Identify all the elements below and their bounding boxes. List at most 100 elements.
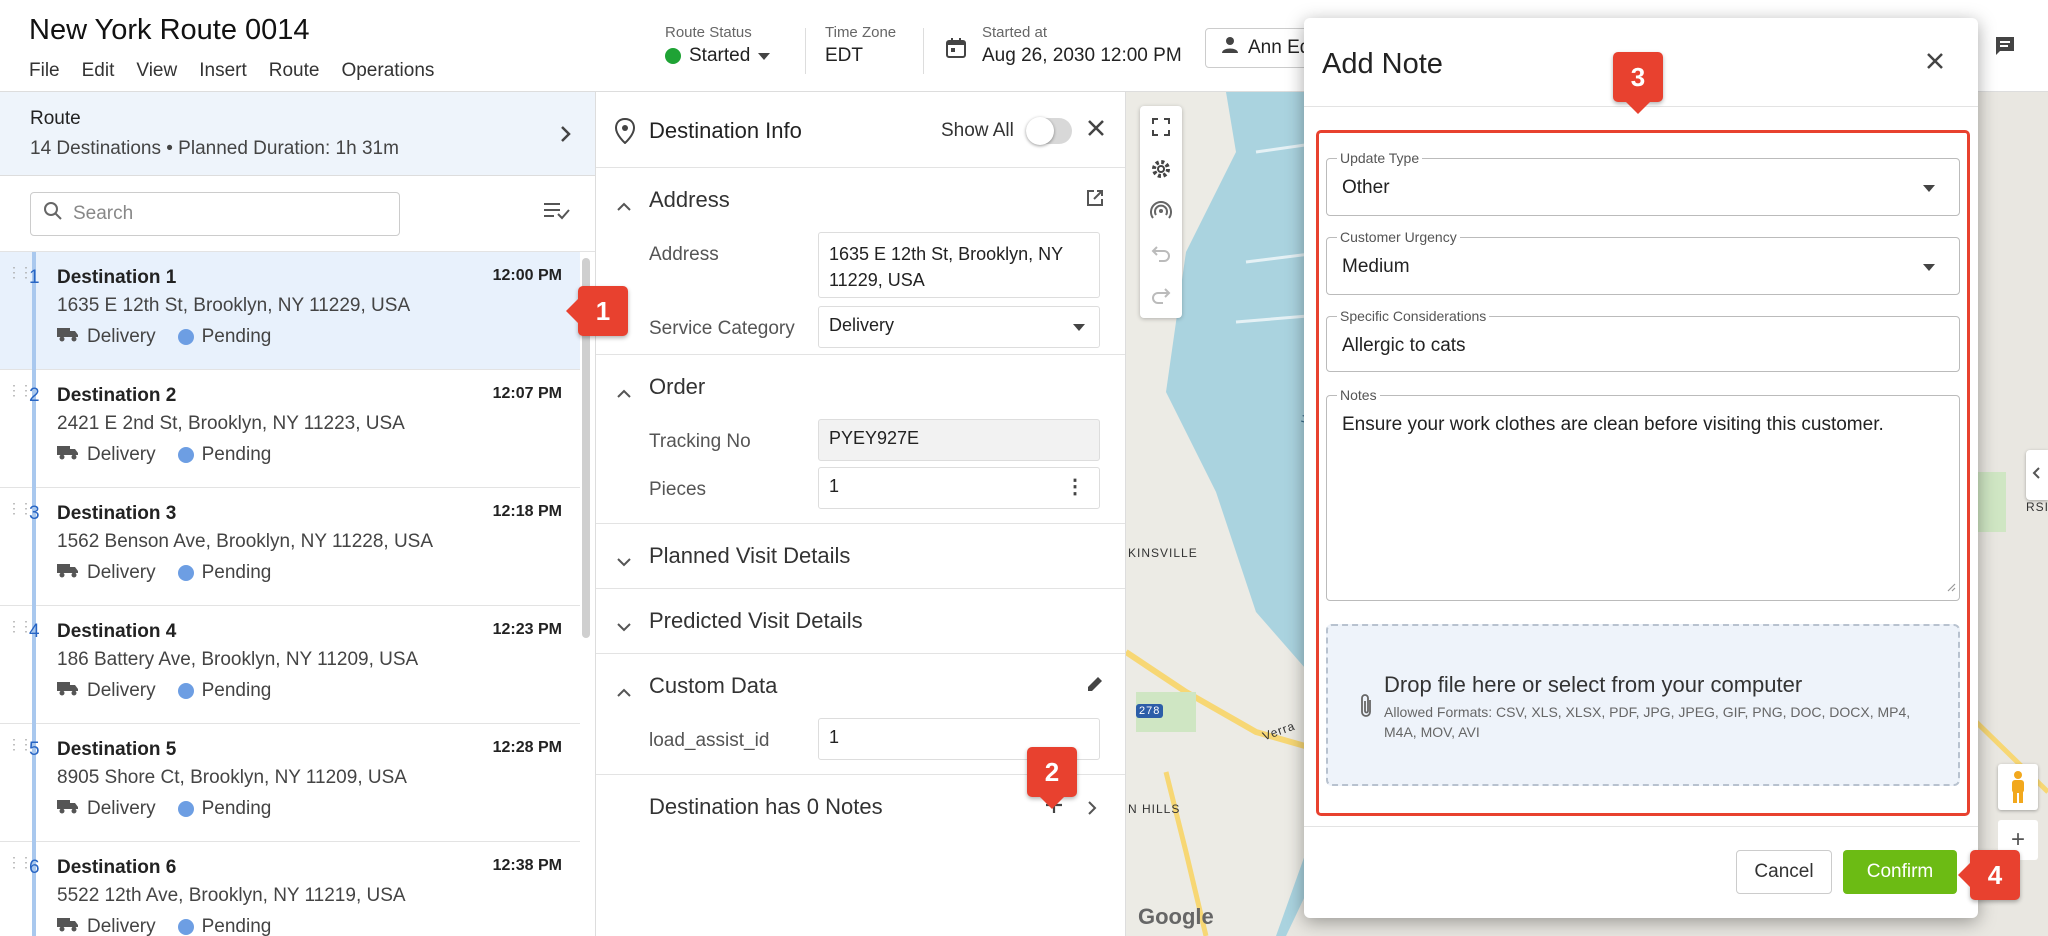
custom-data-header[interactable]: Custom Data <box>596 654 1125 718</box>
route-title: New York Route 0014 <box>29 14 310 46</box>
route-summary-title: Route <box>30 108 81 129</box>
destination-item[interactable]: ⋮⋮ 3 Destination 3 12:18 PM 1562 Benson … <box>0 488 580 606</box>
tracking-icon[interactable] <box>1140 190 1182 232</box>
planned-visit-header[interactable]: Planned Visit Details <box>596 524 1125 588</box>
search-placeholder: Search <box>73 203 134 224</box>
route-status-label: Route Status <box>665 24 752 41</box>
truck-icon <box>57 680 79 702</box>
destination-name: Destination 3 <box>57 503 177 524</box>
destination-item[interactable]: ⋮⋮ 6 Destination 6 12:38 PM 5522 12th Av… <box>0 842 580 936</box>
chevron-down-icon <box>758 52 771 60</box>
started-at-label: Started at <box>982 24 1048 41</box>
destination-address: 186 Battery Ave, Brooklyn, NY 11209, USA <box>57 649 419 670</box>
chevron-right-icon[interactable] <box>559 124 573 149</box>
menu-route[interactable]: Route <box>269 60 320 82</box>
resize-handle-icon[interactable] <box>1946 579 1956 597</box>
search-row: Search <box>0 176 595 252</box>
edit-pencil-icon[interactable] <box>1085 674 1105 700</box>
service-category-select[interactable]: Delivery <box>818 306 1100 348</box>
address-value[interactable]: 1635 E 12th St, Brooklyn, NY 11229, USA <box>818 232 1100 298</box>
fullscreen-icon[interactable] <box>1140 106 1182 148</box>
destination-number: 4 <box>29 621 40 642</box>
pieces-field[interactable]: 1 ⋮ <box>818 467 1100 509</box>
destination-item[interactable]: ⋮⋮ 1 Destination 1 12:00 PM 1635 E 12th … <box>0 252 580 370</box>
predicted-visit-header[interactable]: Predicted Visit Details <box>596 589 1125 653</box>
sort-filter-icon[interactable] <box>544 200 570 227</box>
close-icon[interactable] <box>1086 118 1106 143</box>
divider <box>923 28 924 74</box>
destination-address: 8905 Shore Ct, Brooklyn, NY 11209, USA <box>57 767 407 788</box>
address-row: Address 1635 E 12th St, Brooklyn, NY 112… <box>596 232 1125 306</box>
destination-name: Destination 5 <box>57 739 177 760</box>
destination-type: Delivery <box>87 326 156 347</box>
destination-address: 1635 E 12th St, Brooklyn, NY 11229, USA <box>57 295 411 316</box>
destination-type: Delivery <box>87 798 156 819</box>
destination-type: Delivery <box>87 444 156 465</box>
destination-number: 1 <box>29 267 40 288</box>
destination-item[interactable]: ⋮⋮ 2 Destination 2 12:07 PM 2421 E 2nd S… <box>0 370 580 488</box>
order-section-title: Order <box>649 374 706 399</box>
custom-data-key: load_assist_id <box>649 730 770 751</box>
undo-icon[interactable] <box>1140 232 1182 274</box>
drag-handle-icon[interactable]: ⋮⋮ <box>7 619 33 633</box>
show-all-toggle[interactable] <box>1026 117 1072 145</box>
chat-button[interactable] <box>1985 28 2025 68</box>
location-pin-icon <box>614 117 636 149</box>
menu-file[interactable]: File <box>29 60 60 82</box>
route-summary[interactable]: Route 14 Destinations • Planned Duration… <box>0 92 595 176</box>
close-icon[interactable] <box>1924 50 1946 77</box>
status-dot-icon <box>665 48 681 64</box>
chevron-up-icon <box>616 192 632 218</box>
calendar-icon <box>944 36 968 65</box>
add-note-dialog: Add Note Update Type Other Customer Urge… <box>1304 18 1978 918</box>
considerations-label: Specific Considerations <box>1337 308 1490 324</box>
drag-handle-icon[interactable]: ⋮⋮ <box>7 383 33 397</box>
menu-insert[interactable]: Insert <box>199 60 247 82</box>
gear-icon[interactable] <box>1140 148 1182 190</box>
customer-urgency-select[interactable]: Customer Urgency Medium <box>1326 229 1960 295</box>
tracking-row: Tracking No PYEY927E <box>596 419 1125 467</box>
destination-type: Delivery <box>87 680 156 701</box>
notes-count-text: Destination has 0 Notes <box>649 794 883 819</box>
address-section-header[interactable]: Address <box>596 168 1125 232</box>
map-label: KINSVILLE <box>1128 546 1198 560</box>
drag-handle-icon[interactable]: ⋮⋮ <box>7 265 33 279</box>
destination-time: 12:28 PM <box>492 739 562 756</box>
considerations-value: Allergic to cats <box>1342 335 1466 356</box>
confirm-button[interactable]: Confirm <box>1843 850 1957 894</box>
drag-handle-icon[interactable]: ⋮⋮ <box>7 855 33 869</box>
pieces-value: 1 <box>829 476 840 496</box>
truck-icon <box>57 326 79 348</box>
open-external-icon[interactable] <box>1085 188 1105 214</box>
redo-icon[interactable] <box>1140 274 1182 316</box>
menu-view[interactable]: View <box>136 60 177 82</box>
route-status[interactable]: Route Status Started <box>665 24 771 67</box>
destination-address: 5522 12th Ave, Brooklyn, NY 11219, USA <box>57 885 406 906</box>
drag-handle-icon[interactable]: ⋮⋮ <box>7 501 33 515</box>
destination-info-header: Destination Info Show All <box>596 92 1125 168</box>
destination-item[interactable]: ⋮⋮ 5 Destination 5 12:28 PM 8905 Shore C… <box>0 724 580 842</box>
user-name: Ann Ed <box>1248 37 1311 58</box>
person-icon <box>1220 35 1240 61</box>
menu-operations[interactable]: Operations <box>341 60 434 82</box>
notes-textarea[interactable]: Notes Ensure your work clothes are clean… <box>1326 387 1960 601</box>
started-at: Started at Aug 26, 2030 12:00 PM <box>982 24 1182 67</box>
order-section-header[interactable]: Order <box>596 355 1125 419</box>
chevron-right-icon[interactable] <box>1086 797 1098 823</box>
file-dropzone[interactable]: Drop file here or select from your compu… <box>1326 624 1960 786</box>
predicted-visit-title: Predicted Visit Details <box>649 608 863 633</box>
route-summary-subtitle: 14 Destinations • Planned Duration: 1h 3… <box>30 138 399 159</box>
update-type-select[interactable]: Update Type Other <box>1326 150 1960 216</box>
route-status-value: Started <box>689 45 751 66</box>
destination-item[interactable]: ⋮⋮ 4 Destination 4 12:23 PM 186 Battery … <box>0 606 580 724</box>
menu-edit[interactable]: Edit <box>82 60 115 82</box>
drag-handle-icon[interactable]: ⋮⋮ <box>7 737 33 751</box>
cancel-button[interactable]: Cancel <box>1736 850 1832 894</box>
considerations-input[interactable]: Specific Considerations Allergic to cats <box>1326 308 1960 372</box>
search-input[interactable]: Search <box>30 192 400 236</box>
pending-status-icon <box>177 683 194 699</box>
started-at-value: Aug 26, 2030 12:00 PM <box>982 45 1182 66</box>
street-view-icon[interactable] <box>1998 764 2038 810</box>
side-panel-toggle[interactable] <box>2026 450 2048 500</box>
more-vertical-icon[interactable]: ⋮ <box>1065 474 1085 499</box>
